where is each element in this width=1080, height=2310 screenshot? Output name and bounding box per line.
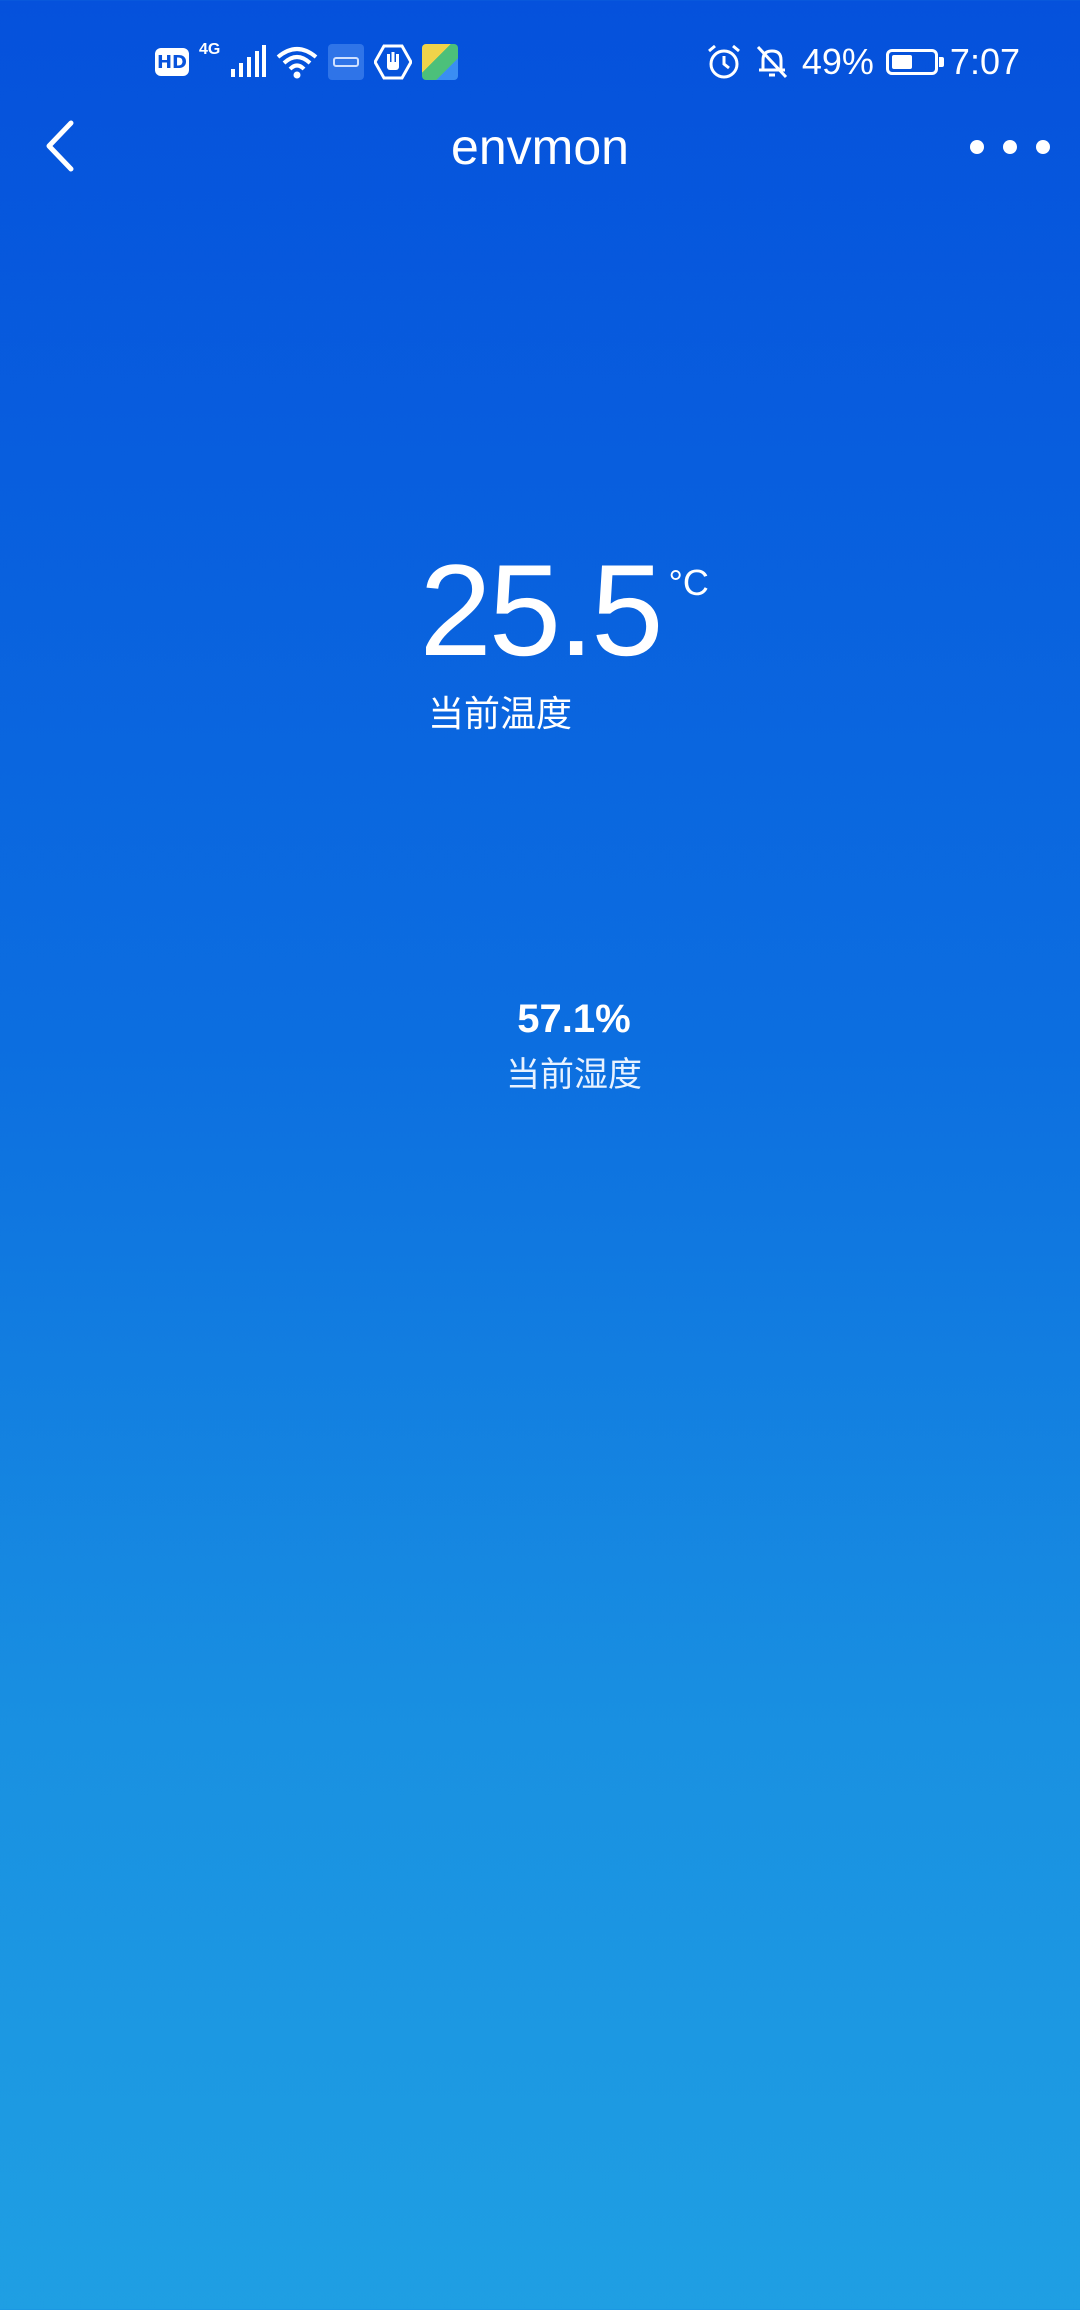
bell-off-icon	[756, 45, 787, 79]
app-notification-icon	[328, 44, 365, 80]
network-type-label: 4G	[199, 41, 221, 58]
humidity-section: 57.1% 当前湿度	[34, 995, 1080, 1096]
status-right-icons: 49% 7:07	[706, 40, 1020, 84]
status-left-icons: HD 4G	[155, 40, 459, 84]
temperature-reading: 25.5 °C	[419, 545, 708, 675]
status-bar: HD 4G 49% 7:07	[0, 0, 1080, 124]
clock-time: 7:07	[949, 41, 1020, 82]
more-options-button[interactable]	[970, 122, 1050, 172]
title-bar: envmon	[0, 110, 1080, 190]
temperature-label: 当前温度	[427, 693, 572, 734]
hd-icon: HD	[155, 48, 189, 76]
humidity-value: 57.1%	[517, 997, 631, 1041]
hand-icon	[374, 44, 413, 80]
wifi-icon	[277, 47, 318, 79]
map-app-icon	[422, 44, 459, 80]
battery-percent: 49%	[801, 41, 874, 82]
more-dots-icon	[970, 140, 984, 154]
humidity-label: 当前湿度	[506, 1056, 642, 1094]
temperature-section: 25.5 °C 当前温度	[0, 545, 1080, 734]
battery-level-fill	[891, 55, 912, 69]
temperature-unit: °C	[668, 562, 709, 603]
signal-icon	[231, 45, 267, 77]
battery-icon	[885, 49, 944, 75]
temperature-value: 25.5	[419, 537, 663, 683]
alarm-icon	[707, 44, 740, 79]
page-title: envmon	[451, 119, 629, 175]
